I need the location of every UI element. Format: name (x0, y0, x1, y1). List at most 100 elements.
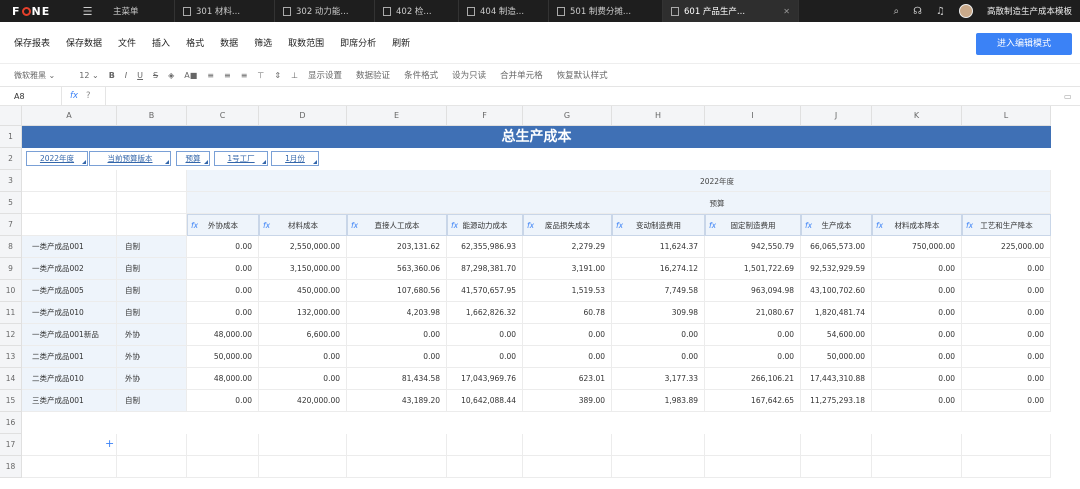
value-cell[interactable]: 0.00 (705, 346, 801, 368)
category-cell[interactable]: 自制 (117, 302, 187, 324)
value-cell[interactable]: 48,000.00 (187, 324, 259, 346)
value-cell[interactable]: 92,532,929.59 (801, 258, 872, 280)
value-cell[interactable]: 309.98 (612, 302, 705, 324)
value-cell[interactable]: 0.00 (962, 258, 1051, 280)
column-header-A[interactable]: A (22, 106, 117, 126)
category-cell[interactable]: 自制 (117, 280, 187, 302)
value-cell[interactable]: 16,274.12 (612, 258, 705, 280)
template-name[interactable]: 高散制造生产成本模板 (987, 5, 1072, 17)
align-right-icon[interactable]: ≡ (241, 71, 248, 80)
value-cell[interactable]: 1,662,826.32 (447, 302, 523, 324)
value-cell[interactable]: 4,203.98 (347, 302, 447, 324)
font-select[interactable]: 微软雅黑 ⌄ (14, 70, 55, 81)
value-cell[interactable]: 48,000.00 (187, 368, 259, 390)
value-cell[interactable]: 0.00 (612, 324, 705, 346)
conditional-format[interactable]: 条件格式 (404, 69, 438, 81)
filter-3[interactable]: 1号工厂 (214, 151, 268, 166)
merge-cells[interactable]: 合并单元格 (500, 69, 543, 81)
filter-2[interactable]: 预算 (176, 151, 210, 166)
measure-header-9[interactable]: fx 工艺和生产降本 (962, 214, 1051, 236)
row-header-18[interactable]: 18 (0, 456, 22, 478)
row-header-3[interactable]: 3 (0, 170, 22, 192)
value-cell[interactable]: 10,642,088.44 (447, 390, 523, 412)
headset-icon[interactable]: ☊ (913, 6, 922, 17)
column-header-F[interactable]: F (447, 106, 523, 126)
value-cell[interactable]: 62,355,986.93 (447, 236, 523, 258)
value-cell[interactable]: 0.00 (447, 346, 523, 368)
menu-filter[interactable]: 筛选 (254, 36, 272, 49)
menu-save-data[interactable]: 保存数据 (66, 36, 102, 49)
value-cell[interactable]: 0.00 (872, 280, 962, 302)
row-header-7[interactable]: 7 (0, 214, 22, 236)
value-cell[interactable]: 0.00 (962, 390, 1051, 412)
value-cell[interactable]: 750,000.00 (872, 236, 962, 258)
value-cell[interactable]: 0.00 (872, 302, 962, 324)
value-cell[interactable]: 6,600.00 (259, 324, 347, 346)
value-cell[interactable]: 87,298,381.70 (447, 258, 523, 280)
value-cell[interactable]: 0.00 (962, 302, 1051, 324)
value-cell[interactable]: 3,150,000.00 (259, 258, 347, 280)
filter-0[interactable]: 2022年度 (26, 151, 88, 166)
column-header-B[interactable]: B (117, 106, 187, 126)
category-cell[interactable]: 外协 (117, 346, 187, 368)
product-cell[interactable]: 二类产成品010 (22, 368, 117, 390)
value-cell[interactable]: 0.00 (705, 324, 801, 346)
value-cell[interactable]: 0.00 (962, 280, 1051, 302)
value-cell[interactable]: 17,443,310.88 (801, 368, 872, 390)
font-color-icon[interactable]: A■ (184, 71, 197, 80)
value-cell[interactable]: 11,275,293.18 (801, 390, 872, 412)
value-cell[interactable]: 0.00 (187, 280, 259, 302)
product-cell[interactable]: 一类产成品002 (22, 258, 117, 280)
value-cell[interactable]: 167,642.65 (705, 390, 801, 412)
menu-icon[interactable]: ☰ (70, 5, 105, 18)
value-cell[interactable]: 0.00 (872, 346, 962, 368)
restore-style[interactable]: 恢复默认样式 (557, 69, 608, 81)
fx-icon[interactable]: fx (70, 91, 78, 101)
fill-color-icon[interactable]: ◈ (168, 71, 174, 80)
column-header-H[interactable]: H (612, 106, 705, 126)
expand-icon[interactable]: ▭ (1064, 92, 1080, 101)
value-cell[interactable]: 1,820,481.74 (801, 302, 872, 324)
bold-icon[interactable]: B (109, 71, 115, 80)
value-cell[interactable]: 0.00 (187, 236, 259, 258)
value-cell[interactable]: 389.00 (523, 390, 612, 412)
value-cell[interactable]: 7,749.58 (612, 280, 705, 302)
value-cell[interactable]: 17,043,969.76 (447, 368, 523, 390)
data-validation[interactable]: 数据验证 (356, 69, 390, 81)
value-cell[interactable]: 0.00 (523, 324, 612, 346)
formula-input[interactable] (106, 87, 1064, 105)
value-cell[interactable]: 0.00 (347, 324, 447, 346)
value-cell[interactable]: 963,094.98 (705, 280, 801, 302)
value-cell[interactable]: 1,519.53 (523, 280, 612, 302)
tab-301[interactable]: 301 材料... (175, 0, 275, 22)
menu-refresh[interactable]: 刷新 (392, 36, 410, 49)
measure-header-7[interactable]: fx 生产成本 (801, 214, 872, 236)
value-cell[interactable]: 2,279.29 (523, 236, 612, 258)
column-header-I[interactable]: I (705, 106, 801, 126)
align-center-icon[interactable]: ≡ (224, 71, 231, 80)
row-header-8[interactable]: 8 (0, 236, 22, 258)
filter-1[interactable]: 当前预算版本 (89, 151, 171, 166)
measure-header-8[interactable]: fx 材料成本降本 (872, 214, 962, 236)
value-cell[interactable]: 11,624.37 (612, 236, 705, 258)
value-cell[interactable]: 420,000.00 (259, 390, 347, 412)
select-all-corner[interactable] (0, 106, 22, 126)
value-cell[interactable]: 0.00 (259, 368, 347, 390)
value-cell[interactable]: 563,360.06 (347, 258, 447, 280)
value-cell[interactable]: 1,983.89 (612, 390, 705, 412)
menu-save-report[interactable]: 保存报表 (14, 36, 50, 49)
enter-edit-button[interactable]: 进入编辑模式 (976, 33, 1072, 55)
value-cell[interactable]: 0.00 (187, 390, 259, 412)
font-size-select[interactable]: 12 ⌄ (79, 71, 98, 80)
value-cell[interactable]: 225,000.00 (962, 236, 1051, 258)
value-cell[interactable]: 0.00 (872, 324, 962, 346)
value-cell[interactable]: 0.00 (872, 368, 962, 390)
value-cell[interactable]: 0.00 (962, 368, 1051, 390)
value-cell[interactable]: 266,106.21 (705, 368, 801, 390)
tab-601[interactable]: 601 产品生产... ✕ (663, 0, 799, 22)
measure-header-6[interactable]: fx 固定制造费用 (705, 214, 801, 236)
product-cell[interactable]: 二类产成品001 (22, 346, 117, 368)
category-cell[interactable]: 自制 (117, 236, 187, 258)
tab-501[interactable]: 501 制费分摊... (549, 0, 663, 22)
value-cell[interactable]: 132,000.00 (259, 302, 347, 324)
